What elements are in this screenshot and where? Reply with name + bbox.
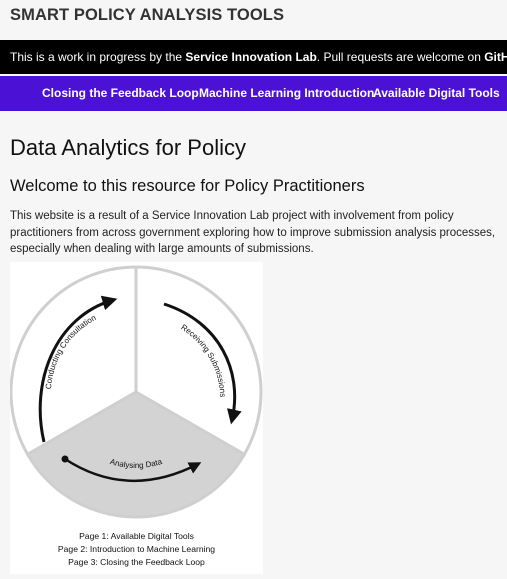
site-title[interactable]: SMART POLICY ANALYSIS TOOLS xyxy=(10,6,284,25)
caption-page-1: Page 1: Available Digital Tools xyxy=(79,531,194,541)
page-subtitle: Welcome to this resource for Policy Prac… xyxy=(10,177,365,195)
service-innovation-lab-link[interactable]: Service Innovation Lab xyxy=(185,50,316,64)
info-banner: This is a work in progress by the Servic… xyxy=(0,40,507,74)
main-nav: Closing the Feedback Loop Machine Learni… xyxy=(0,76,507,111)
cycle-diagram-svg: Conducting Consultation Receiving Submis… xyxy=(9,265,263,519)
nav-item-closing-feedback-loop[interactable]: Closing the Feedback Loop xyxy=(42,76,199,111)
process-cycle-diagram: Conducting Consultation Receiving Submis… xyxy=(9,262,263,574)
github-link[interactable]: GitHub xyxy=(484,50,507,64)
segment-label-receiving-submissions: Receiving Submissions xyxy=(179,323,227,398)
caption-page-2: Page 2: Introduction to Machine Learning xyxy=(57,544,216,554)
banner-text-middle: . Pull requests are welcome on xyxy=(316,50,485,64)
arrow-receiving-submissions xyxy=(163,302,242,425)
nav-item-available-digital-tools[interactable]: Available Digital Tools xyxy=(373,76,500,111)
nav-item-machine-learning-introduction[interactable]: Machine Learning Introduction xyxy=(199,76,374,111)
arrow-start-dot xyxy=(61,455,69,463)
banner-text-before: This is a work in progress by the xyxy=(10,50,186,64)
page-title: Data Analytics for Policy xyxy=(10,135,246,160)
intro-paragraph: This website is a result of a Service In… xyxy=(10,210,496,255)
caption-page-3: Page 3: Closing the Feedback Loop xyxy=(68,557,205,567)
